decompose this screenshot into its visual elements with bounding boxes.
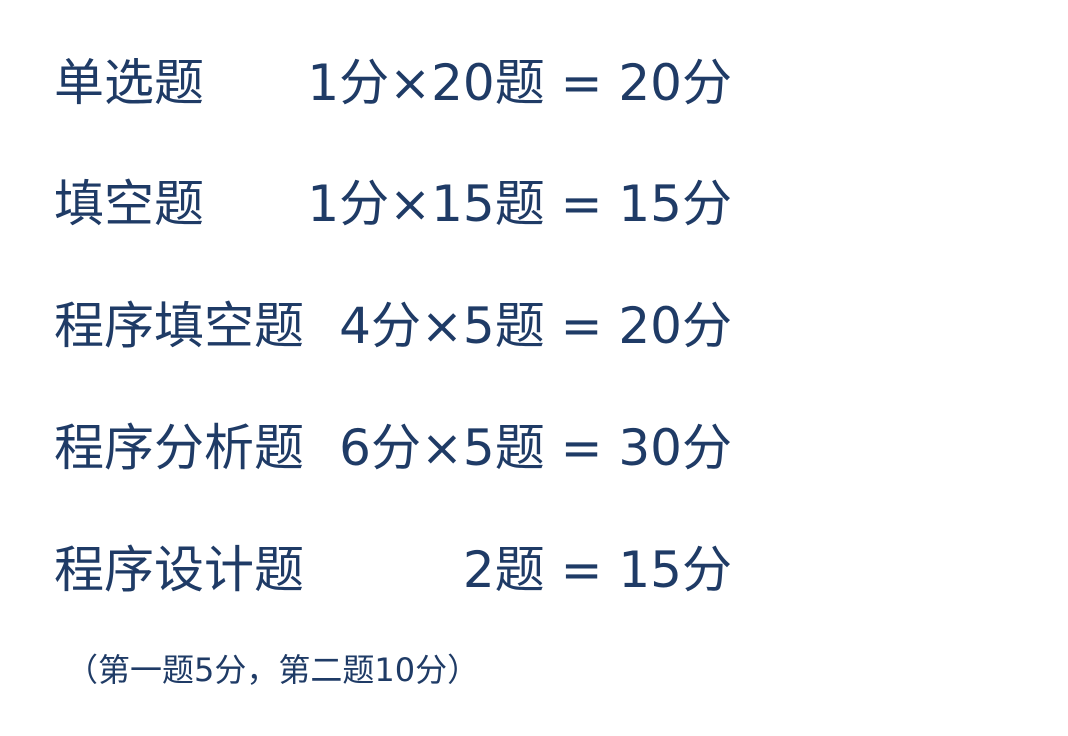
score-row-fill-blank: 填空题 1分×15题 = 15分 [54, 172, 814, 236]
question-type-label: 程序设计题 [54, 541, 304, 599]
question-type-label: 程序填空题 [54, 297, 304, 355]
score-formula: 1分×15题 = 15分 [307, 175, 732, 233]
score-note: （第一题5分，第二题10分） [66, 651, 480, 689]
question-type-label: 单选题 [54, 54, 204, 112]
score-row-single-choice: 单选题 1分×20题 = 20分 [54, 51, 814, 115]
question-type-label: 填空题 [54, 175, 204, 233]
score-formula: 1分×20题 = 20分 [307, 54, 732, 112]
score-formula: 6分×5题 = 30分 [339, 419, 732, 477]
score-row-program-analysis: 程序分析题 6分×5题 = 30分 [54, 416, 814, 480]
score-formula: 2题 = 15分 [462, 541, 732, 599]
score-row-program-design: 程序设计题 2题 = 15分 [54, 538, 814, 602]
question-type-label: 程序分析题 [54, 419, 304, 477]
score-row-program-fill: 程序填空题 4分×5题 = 20分 [54, 294, 814, 358]
score-formula: 4分×5题 = 20分 [339, 297, 732, 355]
